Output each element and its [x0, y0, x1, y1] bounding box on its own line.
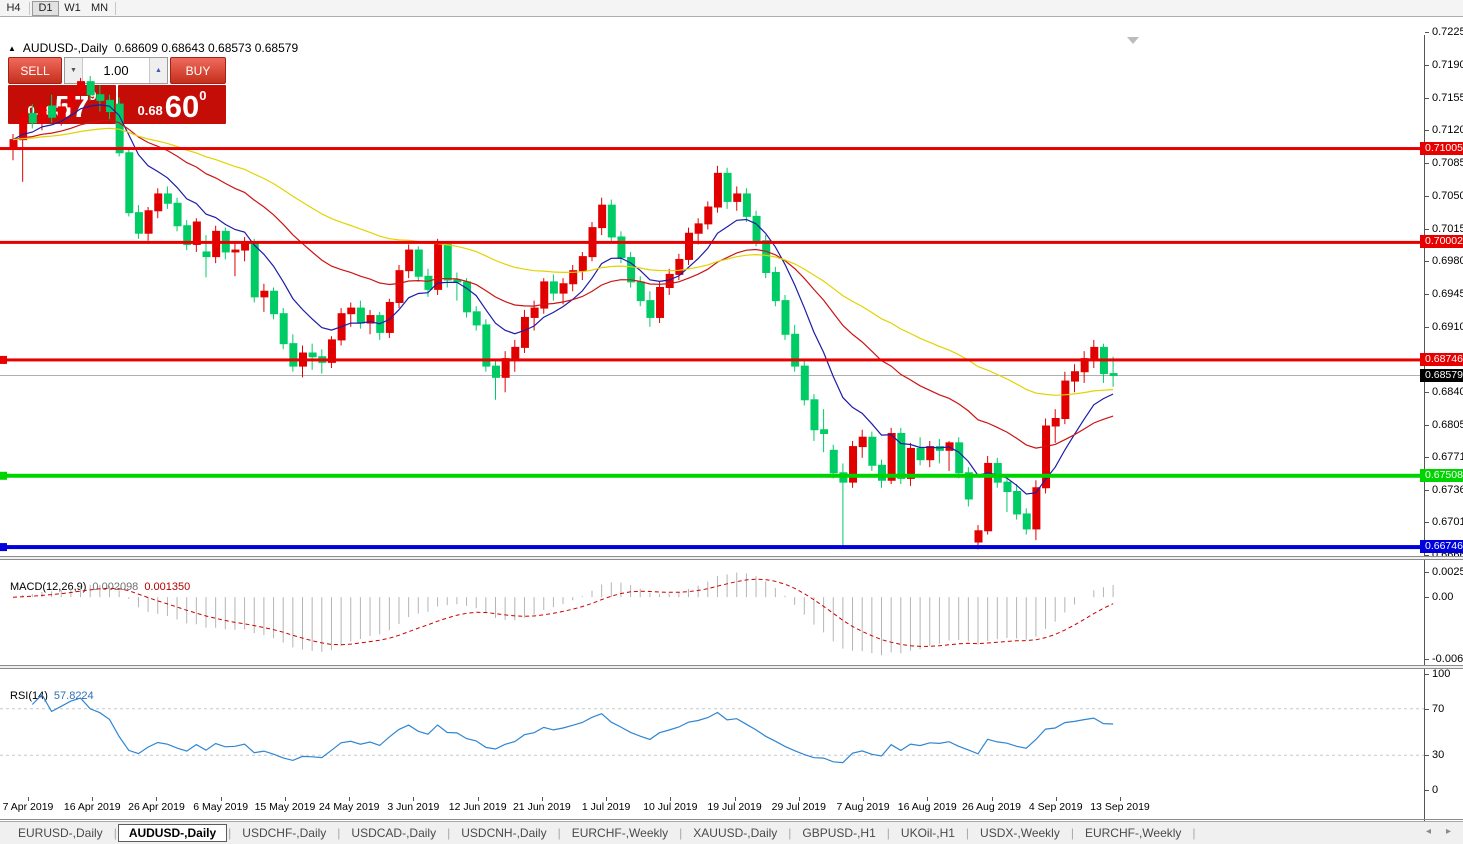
price-axis-tick	[1425, 327, 1429, 328]
price-level-tag: 0.70002	[1420, 235, 1463, 248]
price-axis-label: 0.71200	[1432, 124, 1463, 136]
rsi-axis-tick	[1425, 709, 1429, 710]
macd-axis-tick	[1425, 659, 1429, 660]
chart-tab-xauusd-daily[interactable]: XAUUSD-,Daily	[683, 824, 787, 842]
price-axis-label: 0.69450	[1432, 288, 1463, 300]
rsi-axis-label: 70	[1432, 703, 1444, 715]
rsi-axis-tick	[1425, 674, 1429, 675]
price-axis-tick	[1425, 261, 1429, 262]
price-axis-tick	[1425, 425, 1429, 426]
timeframe-h4-button[interactable]: H4	[0, 1, 27, 15]
price-axis-tick	[1425, 163, 1429, 164]
chart-window: ▲ AUDUSD-,Daily 0.68609 0.68643 0.68573 …	[0, 17, 1463, 819]
price-axis-label: 0.72250	[1432, 26, 1463, 38]
chart-tab-ukoil-h1[interactable]: UKOil-,H1	[891, 824, 965, 842]
chart-tab-gbpusd-h1[interactable]: GBPUSD-,H1	[792, 824, 885, 842]
price-axis-tick	[1425, 98, 1429, 99]
timeframe-d1-button[interactable]: D1	[32, 1, 59, 16]
chart-tab-audusd-daily[interactable]: AUDUSD-,Daily	[118, 824, 227, 842]
price-axis-tick	[1425, 457, 1429, 458]
toolbar-separator	[29, 2, 30, 15]
tab-separator: |	[1191, 826, 1196, 840]
toolbar-separator	[115, 2, 116, 15]
timeframe-mn-button[interactable]: MN	[86, 1, 113, 15]
main-chart-canvas[interactable]	[0, 18, 1424, 557]
mt4-window: H4 D1 W1 MN ▲ AUDUSD-,Daily 0.68609 0.68…	[0, 0, 1463, 843]
chart-tab-eurchf-weekly[interactable]: EURCHF-,Weekly	[1075, 824, 1191, 842]
chart-tab-usdcad-daily[interactable]: USDCAD-,Daily	[341, 824, 446, 842]
rsi-axis-label: 0	[1432, 784, 1438, 796]
price-axis-tick	[1425, 229, 1429, 230]
rsi-canvas[interactable]	[0, 669, 1424, 797]
macd-axis-label: 0.00	[1432, 591, 1453, 603]
pane-splitter[interactable]	[0, 665, 1463, 669]
price-axis-tick	[1425, 32, 1429, 33]
rsi-axis-tick	[1425, 790, 1429, 791]
macd-axis-tick	[1425, 597, 1429, 598]
price-axis-label: 0.67710	[1432, 451, 1463, 463]
price-level-tag: 0.71005	[1420, 142, 1463, 155]
price-axis-tick	[1425, 65, 1429, 66]
price-axis-tick	[1425, 490, 1429, 491]
rsi-axis-label: 100	[1432, 668, 1450, 680]
price-axis[interactable]	[1424, 35, 1463, 836]
price-axis-label: 0.70850	[1432, 157, 1463, 169]
macd-axis-tick	[1425, 572, 1429, 573]
chart-tab-eurchf-weekly[interactable]: EURCHF-,Weekly	[562, 824, 678, 842]
timeframe-toolbar: H4 D1 W1 MN	[0, 0, 1463, 17]
price-axis-label: 0.71900	[1432, 59, 1463, 71]
price-axis-tick	[1425, 196, 1429, 197]
price-axis-label: 0.69800	[1432, 255, 1463, 267]
chart-tab-usdchf-daily[interactable]: USDCHF-,Daily	[232, 824, 336, 842]
rsi-axis-tick	[1425, 755, 1429, 756]
date-axis[interactable]	[0, 797, 1424, 819]
price-level-tag: 0.67508	[1420, 469, 1463, 482]
price-axis-label: 0.67360	[1432, 484, 1463, 496]
price-axis-label: 0.71550	[1432, 92, 1463, 104]
price-level-tag: 0.66746	[1420, 540, 1463, 553]
price-axis-tick	[1425, 294, 1429, 295]
pane-splitter[interactable]	[0, 556, 1463, 560]
price-level-tag: 0.68746	[1420, 353, 1463, 366]
current-price-tag: 0.68579	[1420, 369, 1463, 382]
chart-tab-usdcnh-daily[interactable]: USDCNH-,Daily	[451, 824, 556, 842]
price-axis-tick	[1425, 392, 1429, 393]
price-axis-tick	[1425, 130, 1429, 131]
price-axis-label: 0.69100	[1432, 321, 1463, 333]
macd-axis-label: 0.002574	[1432, 566, 1463, 578]
price-axis-label: 0.67010	[1432, 516, 1463, 528]
rsi-axis-label: 30	[1432, 749, 1444, 761]
price-axis-tick	[1425, 522, 1429, 523]
macd-axis-label: -0.006326	[1432, 653, 1463, 665]
timeframe-w1-button[interactable]: W1	[59, 1, 86, 15]
chart-tab-usdx-weekly[interactable]: USDX-,Weekly	[970, 824, 1070, 842]
price-axis-label: 0.68050	[1432, 419, 1463, 431]
chart-tab-eurusd-daily[interactable]: EURUSD-,Daily	[8, 824, 113, 842]
macd-canvas[interactable]	[0, 561, 1424, 666]
price-axis-label: 0.70500	[1432, 190, 1463, 202]
price-axis-label: 0.70150	[1432, 223, 1463, 235]
chart-tab-bar: EURUSD-,Daily|AUDUSD-,Daily|USDCHF-,Dail…	[0, 821, 1463, 844]
price-axis-label: 0.68400	[1432, 386, 1463, 398]
tab-scroll-left-icon[interactable]: ◂	[1426, 826, 1431, 837]
tab-scroll-right-icon[interactable]: ▸	[1446, 826, 1451, 837]
chart-bottom-border	[0, 819, 1463, 820]
